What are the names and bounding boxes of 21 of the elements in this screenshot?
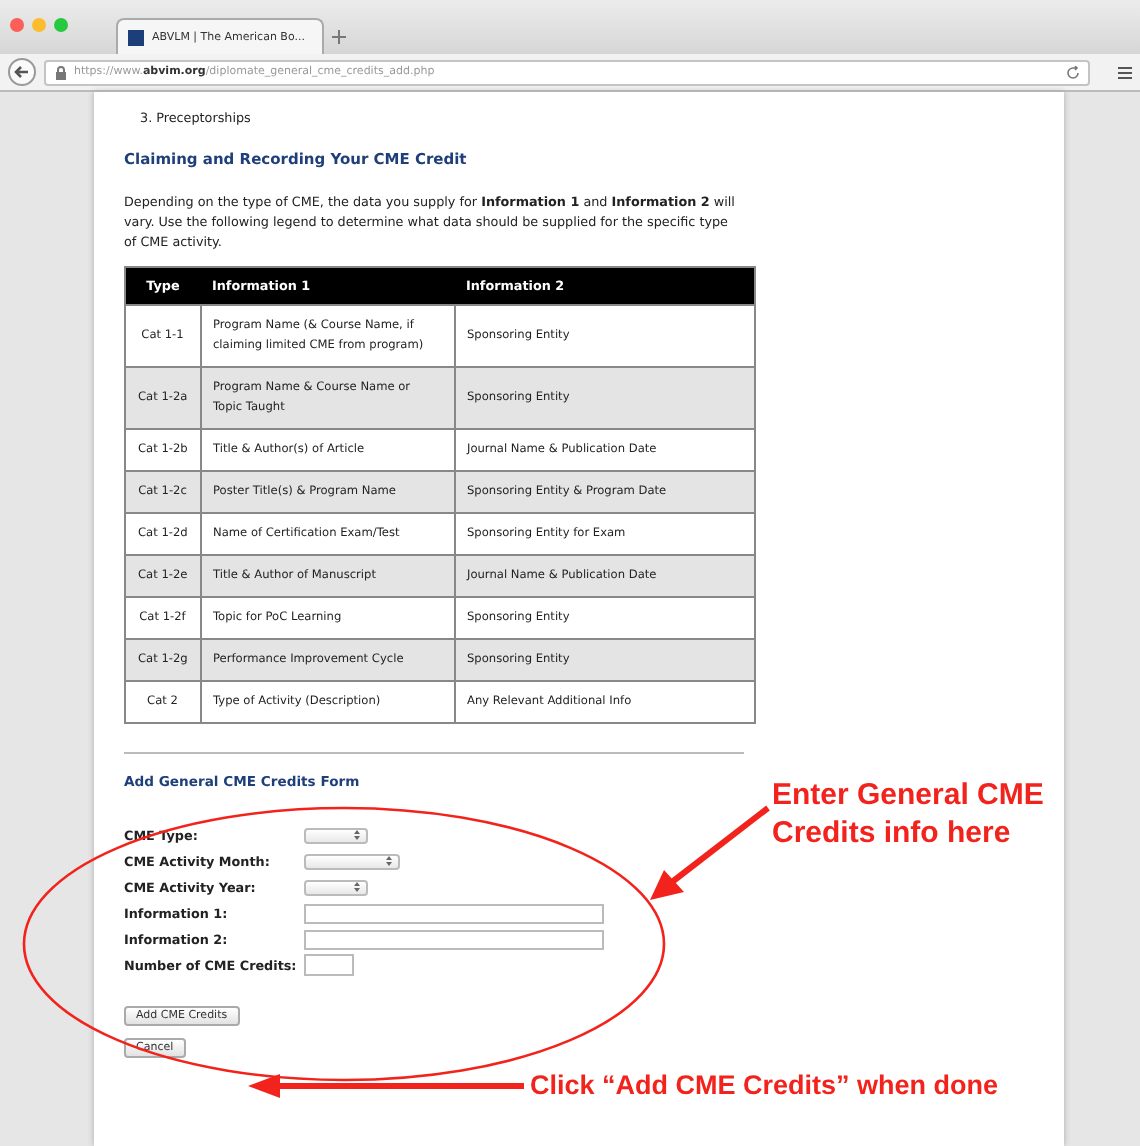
select-dropdown[interactable] [304,879,368,895]
select-dropdown[interactable] [304,827,368,843]
select-dropdown[interactable] [304,853,400,869]
new-tab-icon[interactable] [332,30,346,44]
annotation-arrow [650,805,770,900]
dropdown-arrows-icon [386,856,392,866]
back-icon[interactable] [8,58,36,86]
annotation-text: Click “Add CME Credits” when done [530,1070,999,1100]
zoom-window-icon[interactable] [54,18,68,32]
input-field[interactable] [304,954,354,976]
lock-icon [54,65,68,79]
reload-icon[interactable] [1066,65,1080,79]
dropdown-arrows-icon [354,882,360,892]
dropdown-arrows-icon [354,830,360,840]
annotation-text: Enter General CME Credits info here [772,776,1046,852]
site-favicon-icon [128,29,144,45]
minimize-window-icon[interactable] [32,18,46,32]
menu-icon[interactable] [1118,65,1132,79]
input-field[interactable] [304,903,604,923]
input-field[interactable] [304,929,604,949]
close-window-icon[interactable] [10,18,24,32]
